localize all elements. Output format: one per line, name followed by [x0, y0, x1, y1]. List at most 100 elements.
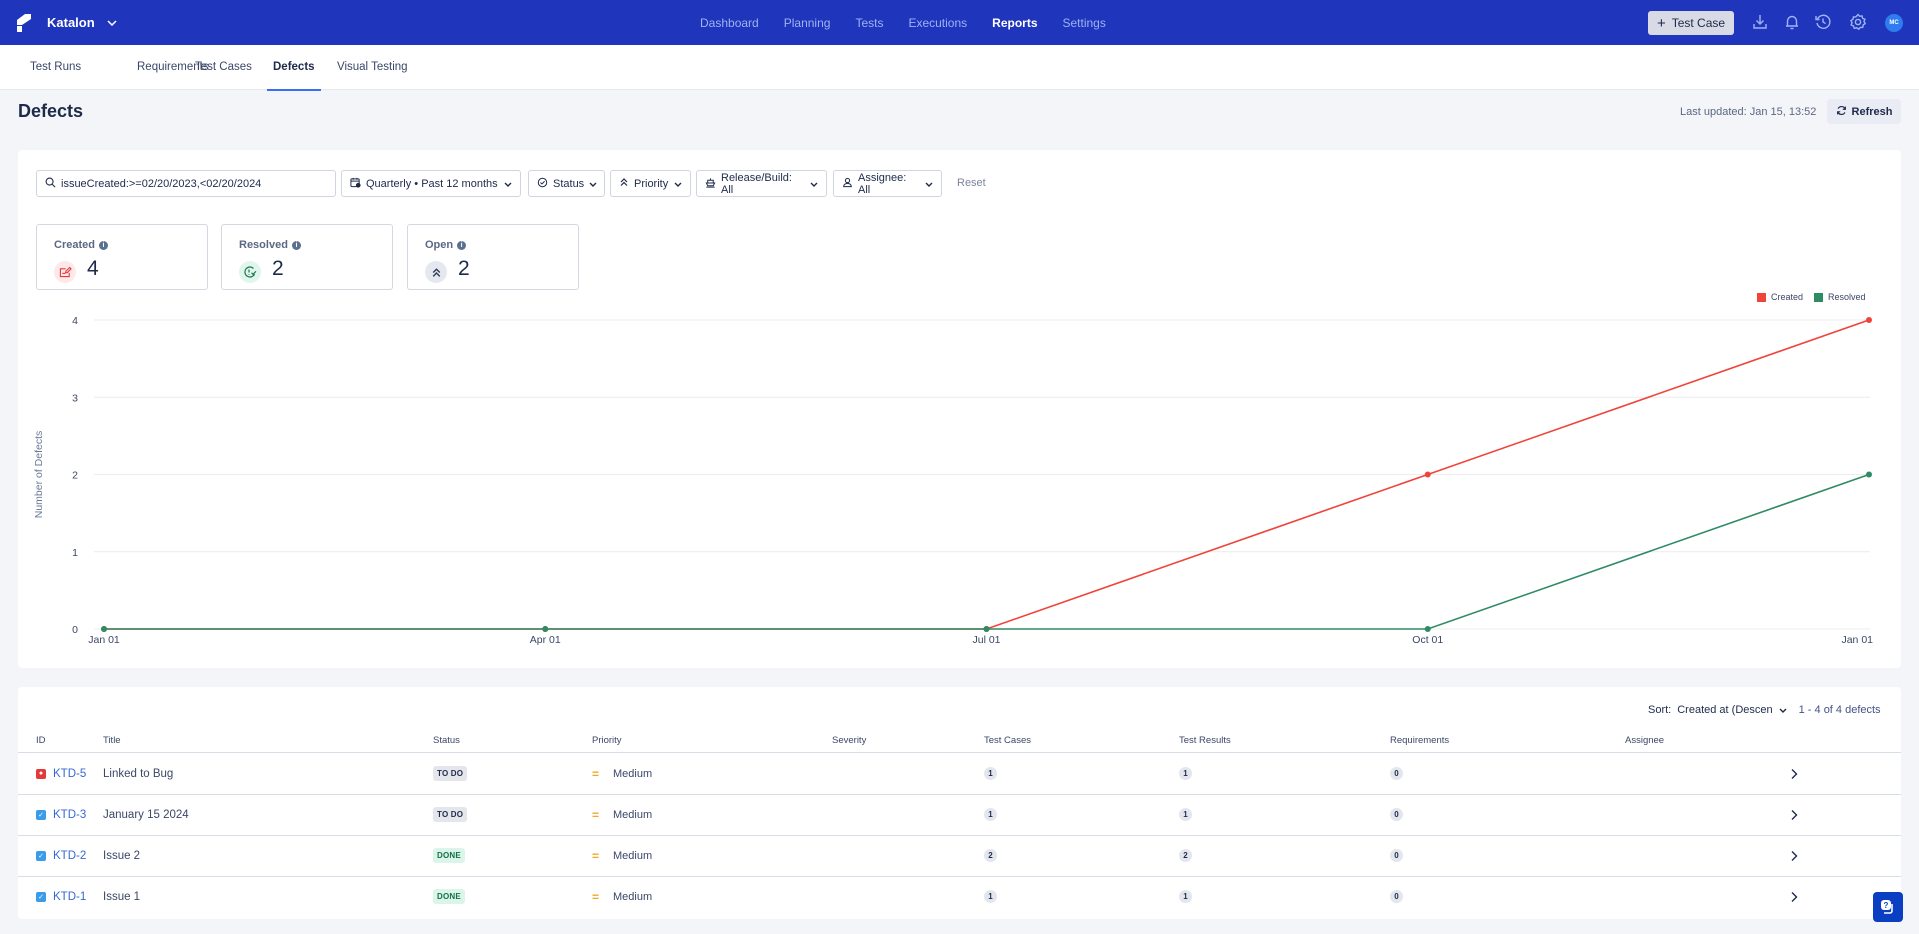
- created-stat-value: 4: [87, 257, 99, 280]
- priority-filter-label: Priority: [634, 177, 669, 190]
- column-header-id[interactable]: ID: [36, 735, 46, 746]
- test-results-count[interactable]: 1: [1179, 767, 1192, 780]
- assignee-dropdown[interactable]: Assignee: All: [833, 170, 942, 197]
- defect-id-link[interactable]: KTD-2: [53, 850, 86, 862]
- priority-filter-dropdown[interactable]: Priority: [610, 170, 691, 197]
- chevron-right-icon[interactable]: [1790, 850, 1798, 862]
- table-row[interactable]: ✓ KTD-2 Issue 2 DONE = Medium 2 2 0: [18, 835, 1901, 876]
- priority-medium-icon: =: [592, 889, 600, 904]
- test-cases-count[interactable]: 1: [984, 808, 997, 821]
- gear-icon[interactable]: [1849, 13, 1867, 31]
- data-point-resolved: [542, 626, 549, 632]
- column-header-status[interactable]: Status: [433, 735, 460, 746]
- help-chat-button[interactable]: ?: [1873, 892, 1903, 922]
- requirements-count[interactable]: 0: [1390, 808, 1403, 821]
- nav-tests[interactable]: Tests: [855, 16, 883, 30]
- status-filter-dropdown[interactable]: Status: [528, 170, 605, 197]
- chevron-down-icon: [1779, 708, 1787, 713]
- requirements-count[interactable]: 0: [1390, 767, 1403, 780]
- chevron-right-icon[interactable]: [1790, 891, 1798, 903]
- download-icon[interactable]: [1751, 13, 1769, 31]
- info-icon[interactable]: i: [291, 240, 301, 250]
- column-header-priority[interactable]: Priority: [592, 735, 622, 746]
- status-check-icon: [537, 177, 548, 191]
- test-cases-count[interactable]: 1: [984, 767, 997, 780]
- user-avatar[interactable]: MC: [1885, 14, 1903, 32]
- svg-text:?: ?: [1884, 901, 1889, 910]
- history-icon[interactable]: [1814, 13, 1832, 31]
- nav-reports[interactable]: Reports: [992, 16, 1037, 30]
- x-tick-label: Apr 01: [530, 634, 561, 646]
- requirements-count[interactable]: 0: [1390, 849, 1403, 862]
- y-tick-label: 0: [72, 624, 78, 636]
- reset-filters-button[interactable]: Reset: [957, 177, 986, 189]
- user-icon: [842, 177, 853, 191]
- column-header-title[interactable]: Title: [103, 735, 121, 746]
- data-point-resolved: [1866, 471, 1872, 478]
- help-icon: ?: [1881, 900, 1893, 914]
- priority-value: Medium: [613, 767, 653, 780]
- priority-value: Medium: [613, 808, 653, 821]
- info-icon[interactable]: i: [457, 240, 467, 250]
- open-stat-label: Open: [425, 239, 454, 251]
- test-cases-count[interactable]: 2: [984, 849, 997, 862]
- sort-dropdown[interactable]: Created at (Descen: [1677, 704, 1787, 716]
- priority-medium-icon: =: [592, 848, 600, 863]
- chevron-down-icon: [925, 179, 933, 189]
- defects-line-chart: 0 1 2 3 4 Number of Defects Jan 01 Apr 01 Jul 01…: [33, 315, 1873, 646]
- priority-value: Medium: [613, 849, 653, 862]
- chevrons-up-icon: [425, 261, 447, 283]
- x-tick-label: Oct 01: [1412, 634, 1443, 646]
- release-build-dropdown[interactable]: Release/Build: All: [696, 170, 827, 197]
- resolved-stat-value: 2: [272, 257, 284, 280]
- refresh-label: Refresh: [1851, 105, 1893, 118]
- plus-icon: +: [1656, 14, 1666, 32]
- defect-title: January 15 2024: [103, 808, 189, 821]
- period-dropdown[interactable]: Quarterly • Past 12 months: [341, 170, 521, 197]
- ship-icon: [705, 177, 716, 191]
- column-header-test-results[interactable]: Test Results: [1179, 735, 1231, 746]
- table-row[interactable]: ✓ KTD-1 Issue 1 DONE = Medium 1 1 0: [18, 876, 1901, 917]
- data-point-resolved: [1424, 626, 1431, 632]
- main-nav: Dashboard Planning Tests Executions Repo…: [700, 0, 1131, 45]
- nav-dashboard[interactable]: Dashboard: [700, 16, 759, 30]
- column-header-severity[interactable]: Severity: [832, 735, 866, 746]
- tab-visual-testing[interactable]: Visual Testing: [337, 45, 408, 90]
- info-icon[interactable]: i: [98, 240, 108, 250]
- defect-id-link[interactable]: KTD-1: [53, 891, 86, 903]
- column-header-requirements[interactable]: Requirements: [1390, 735, 1449, 746]
- test-results-count[interactable]: 1: [1179, 808, 1192, 821]
- table-row[interactable]: ✓ KTD-3 January 15 2024 TO DO = Medium 1 1 0: [18, 794, 1901, 835]
- status-badge: DONE: [433, 889, 465, 904]
- chevron-right-icon[interactable]: [1790, 768, 1798, 780]
- search-icon: [45, 177, 56, 191]
- chevrons-up-icon: [619, 177, 629, 190]
- task-type-icon: ✓: [36, 809, 46, 820]
- search-input[interactable]: issueCreated:>=02/20/2023,<02/20/2024: [36, 170, 336, 197]
- calendar-icon: [350, 177, 361, 191]
- resolved-stat-card: Resolved i 2: [221, 224, 393, 290]
- requirements-count[interactable]: 0: [1390, 890, 1403, 903]
- column-header-test-cases[interactable]: Test Cases: [984, 735, 1031, 746]
- tab-test-cases[interactable]: Test Cases: [195, 45, 252, 90]
- tab-test-runs[interactable]: Test Runs: [30, 45, 81, 90]
- test-results-count[interactable]: 1: [1179, 890, 1192, 903]
- refresh-button[interactable]: Refresh: [1827, 99, 1901, 124]
- test-results-count[interactable]: 2: [1179, 849, 1192, 862]
- test-cases-count[interactable]: 1: [984, 890, 997, 903]
- nav-settings[interactable]: Settings: [1063, 16, 1106, 30]
- status-badge: DONE: [433, 848, 465, 863]
- nav-planning[interactable]: Planning: [784, 16, 831, 30]
- defect-title: Linked to Bug: [103, 767, 174, 780]
- defect-id-link[interactable]: KTD-3: [53, 809, 86, 821]
- add-test-case-button[interactable]: + Test Case: [1648, 11, 1734, 35]
- defect-id-link[interactable]: KTD-5: [53, 768, 86, 780]
- nav-executions[interactable]: Executions: [908, 16, 967, 30]
- tab-defects[interactable]: Defects: [267, 45, 321, 91]
- chevron-right-icon[interactable]: [1790, 809, 1798, 821]
- table-row[interactable]: ● KTD-5 Linked to Bug TO DO = Medium 1 1 0: [18, 753, 1901, 794]
- chevron-down-icon: [589, 179, 597, 189]
- brand-switcher[interactable]: Katalon: [17, 0, 117, 45]
- bell-icon[interactable]: [1783, 13, 1801, 31]
- column-header-assignee[interactable]: Assignee: [1625, 735, 1664, 746]
